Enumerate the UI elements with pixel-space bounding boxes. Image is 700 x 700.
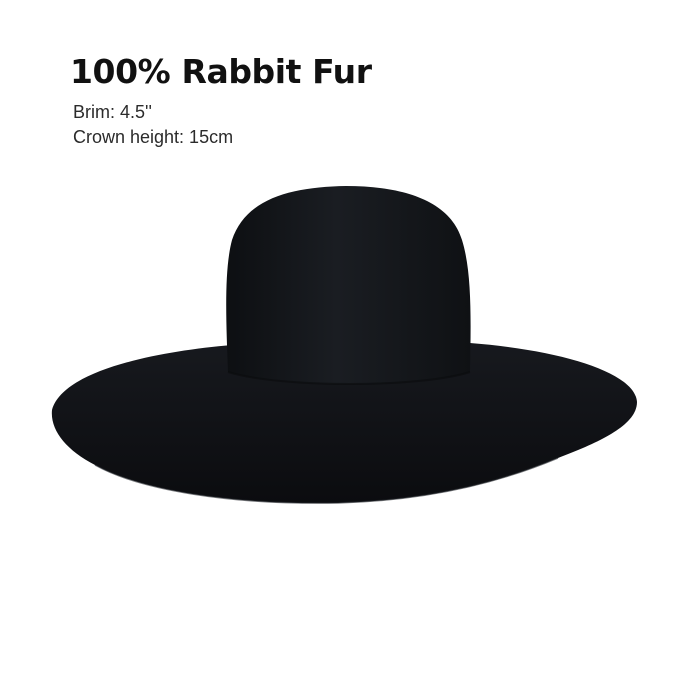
product-image-card: 100% Rabbit Fur Brim: 4.5'' Crown height… [0,0,700,700]
hat-crown [226,186,471,384]
spec-crown-height: Crown height: 15cm [73,127,234,147]
product-title: 100% Rabbit Fur [70,52,372,91]
spec-brim: Brim: 4.5'' [73,102,152,122]
